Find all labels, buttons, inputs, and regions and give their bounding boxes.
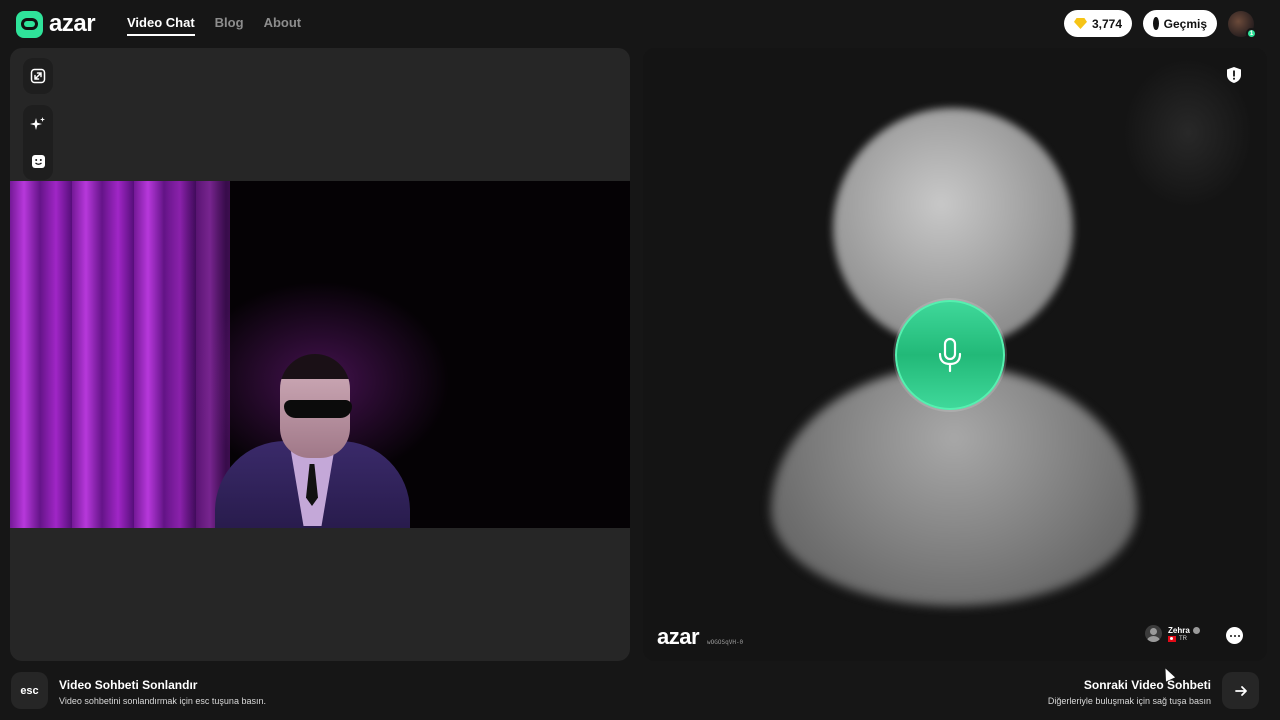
azar-logo-icon xyxy=(16,10,43,38)
end-chat-esc-button[interactable]: esc xyxy=(11,672,48,709)
end-chat-hint: Video Sohbeti Sonlandır Video sohbetini … xyxy=(59,678,266,706)
next-chat-title: Sonraki Video Sohbeti xyxy=(1083,678,1211,692)
partner-avatar-icon xyxy=(1145,625,1162,642)
end-chat-subtitle: Video sohbetini sonlandırmak için esc tu… xyxy=(59,696,266,706)
face-filter-icon xyxy=(31,154,45,168)
main-nav: Video Chat Blog About xyxy=(127,15,301,36)
partner-info[interactable]: Zehra TR xyxy=(1145,625,1200,642)
sparkle-effects-icon xyxy=(30,116,45,130)
my-camera-panel xyxy=(10,48,630,661)
end-chat-title: Video Sohbeti Sonlandır xyxy=(59,678,198,692)
watermark-logo: azar xyxy=(657,624,700,649)
gems-count: 3,774 xyxy=(1091,16,1122,31)
gems-balance-button[interactable]: 3,774 xyxy=(1064,10,1132,37)
expand-tool-group xyxy=(23,58,53,94)
chat-button[interactable] xyxy=(1226,627,1243,644)
notification-badge: 1 xyxy=(1246,28,1257,39)
partner-video-panel: azar wOGOSqVH-0 Zehra TR xyxy=(643,48,1267,661)
nav-video-chat[interactable]: Video Chat xyxy=(127,15,195,36)
partner-name: Zehra xyxy=(1168,625,1190,635)
effects-button[interactable] xyxy=(27,113,49,135)
report-shield-icon xyxy=(1227,67,1241,83)
expand-icon xyxy=(30,68,46,84)
report-button[interactable] xyxy=(1225,66,1243,84)
expand-button[interactable] xyxy=(27,65,49,87)
voice-only-indicator xyxy=(895,300,1005,410)
partner-country: TR xyxy=(1179,635,1187,642)
profile-avatar[interactable]: 1 xyxy=(1228,11,1257,39)
arrow-right-icon xyxy=(1234,685,1247,696)
turkey-flag-icon xyxy=(1168,635,1176,642)
face-filter-button[interactable] xyxy=(27,150,49,172)
gem-icon xyxy=(1074,18,1087,29)
my-camera-feed xyxy=(10,181,630,528)
azar-logo[interactable]: azar xyxy=(16,10,96,38)
microphone-icon xyxy=(938,337,962,373)
next-chat-subtitle: Diğerleriyle buluşmak için sağ tuşa bası… xyxy=(1047,696,1211,706)
effects-tool-group xyxy=(23,105,53,180)
logo-text: azar xyxy=(49,10,96,37)
watermark-id: wOGOSqVH-0 xyxy=(707,639,744,646)
history-button[interactable]: Geçmiş xyxy=(1143,10,1217,37)
nav-about[interactable]: About xyxy=(264,15,302,36)
top-bar: azar Video Chat Blog About 3,774 Geçmiş … xyxy=(0,0,1280,48)
next-chat-hint: Sonraki Video Sohbeti Diğerleriyle buluş… xyxy=(1048,678,1211,706)
history-label: Geçmiş xyxy=(1163,16,1207,31)
verified-icon xyxy=(1192,626,1200,634)
next-chat-button[interactable] xyxy=(1222,672,1259,709)
clock-icon xyxy=(1153,17,1163,30)
camera-person-sunglasses xyxy=(284,400,352,418)
azar-watermark: azar wOGOSqVH-0 xyxy=(657,624,743,650)
nav-blog[interactable]: Blog xyxy=(215,15,244,36)
scrollbar[interactable] xyxy=(1270,48,1278,661)
